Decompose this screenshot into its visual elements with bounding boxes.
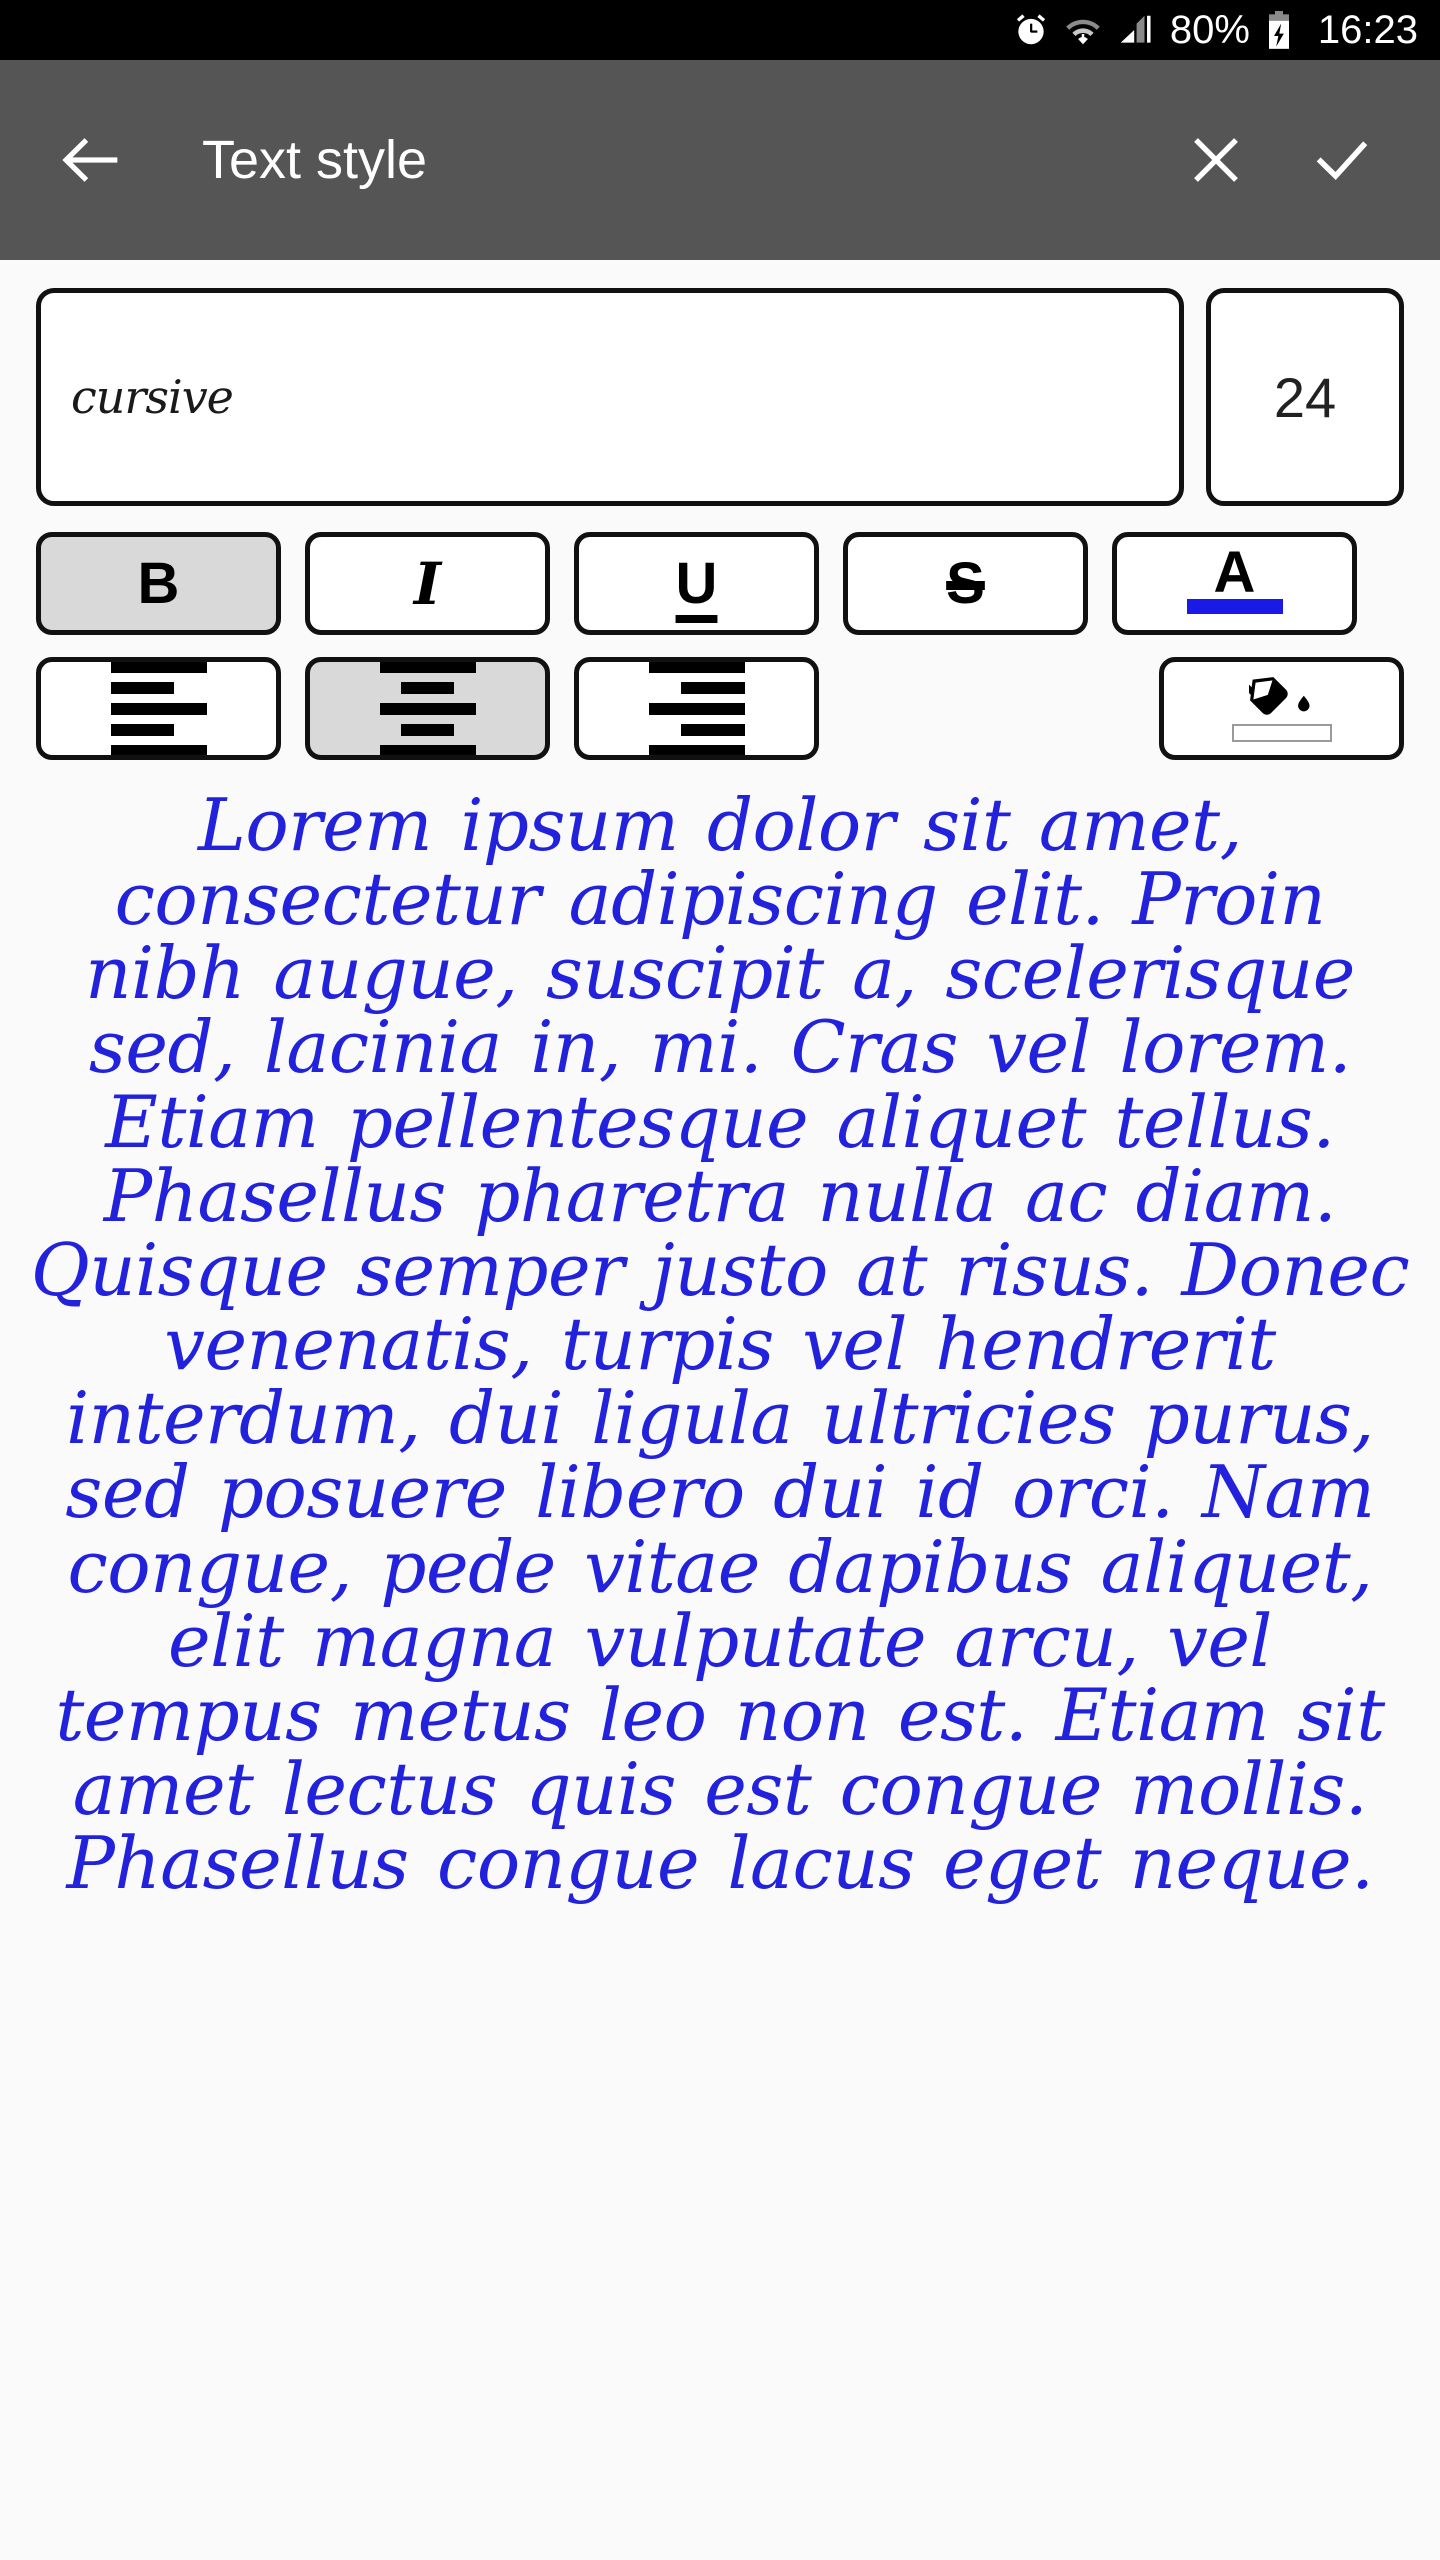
align-left-button[interactable] (36, 657, 281, 760)
bold-glyph: B (137, 550, 180, 616)
cellular-signal-icon (1116, 11, 1154, 49)
back-arrow-icon[interactable] (44, 114, 136, 206)
status-bar: 80% 16:23 (0, 0, 1440, 60)
align-center-button[interactable] (305, 657, 550, 760)
status-bar-clock: 16:23 (1317, 8, 1418, 52)
align-center-icon (379, 662, 476, 755)
underline-glyph: U (675, 550, 718, 616)
strikethrough-button[interactable]: S (843, 532, 1088, 635)
align-right-button[interactable] (574, 657, 819, 760)
paint-bucket-icon (1242, 670, 1315, 727)
text-style-button-row: B I U S A (0, 506, 1440, 635)
font-size-value: 24 (1273, 365, 1337, 429)
align-right-icon (648, 662, 745, 755)
font-name-input[interactable]: cursive (36, 288, 1184, 506)
page-title: Text style (202, 130, 428, 190)
text-style-panel: cursive 24 B I U S A Lorem ipsum dolor s… (0, 260, 1440, 2058)
underline-button[interactable]: U (574, 532, 819, 635)
text-color-swatch (1186, 599, 1283, 614)
font-fields-row: cursive 24 (0, 260, 1440, 506)
battery-charging-icon (1264, 10, 1294, 50)
alarm-clock-icon (1012, 11, 1050, 49)
text-color-glyph: A (1213, 539, 1256, 605)
checkmark-icon[interactable] (1296, 114, 1388, 206)
background-color-button[interactable] (1159, 657, 1404, 760)
font-size-input[interactable]: 24 (1206, 288, 1404, 506)
italic-glyph: I (413, 549, 442, 618)
align-left-icon (110, 662, 207, 755)
battery-percent-label: 80% (1169, 8, 1250, 52)
app-bar: Text style (0, 60, 1440, 260)
close-x-icon[interactable] (1170, 114, 1262, 206)
wifi-icon (1064, 11, 1102, 49)
alignment-button-row (0, 635, 1440, 760)
text-preview[interactable]: Lorem ipsum dolor sit amet, consectetur … (0, 788, 1440, 2058)
italic-button[interactable]: I (305, 532, 550, 635)
font-name-value: cursive (71, 370, 234, 424)
alignment-row-spacer (843, 657, 1135, 760)
bold-button[interactable]: B (36, 532, 281, 635)
text-color-button[interactable]: A (1112, 532, 1357, 635)
background-color-swatch (1231, 724, 1332, 742)
strikethrough-glyph: S (946, 550, 985, 616)
status-bar-icons: 80% 16:23 (1012, 10, 1418, 50)
